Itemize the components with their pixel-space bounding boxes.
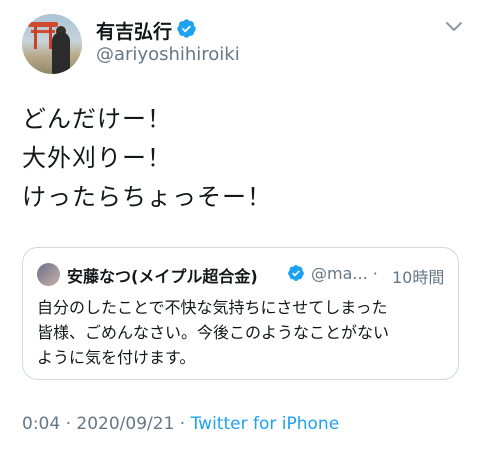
tweet-text-line: けったらちょっそー！	[22, 183, 272, 211]
tweet-date[interactable]: 2020/09/21	[76, 414, 174, 434]
chevron-down-icon[interactable]	[444, 20, 464, 34]
meta-separator: ·	[60, 414, 77, 434]
quoted-tweet-text: 自分のしたことで不快な気持ちにさせてしまった 皆様、ごめんなさい。今後このような…	[37, 295, 447, 370]
quoted-separator: ·	[372, 264, 378, 283]
quoted-author-display-name: 安藤なつ(メイプル超合金)	[67, 267, 258, 286]
quoted-handle-text: @ma...	[311, 264, 368, 283]
quoted-author-handle: @ma... ·	[311, 264, 378, 283]
verified-badge-icon	[288, 265, 304, 281]
tweet-time[interactable]: 0:04	[22, 414, 60, 434]
tweet-text-line: 大外刈りー！	[22, 144, 172, 172]
tweet-header: 有吉弘行 @ariyoshihiroiki	[0, 0, 480, 90]
tweet-text: どんだけー！ 大外刈りー！ けったらちょっそー！	[22, 100, 272, 217]
author-display-name[interactable]: 有吉弘行	[96, 17, 172, 44]
quoted-timestamp[interactable]: 10時間	[392, 264, 444, 288]
quoted-author-avatar	[37, 263, 60, 286]
quoted-tweet-card[interactable]: 安藤なつ(メイプル超合金) @ma... · 10時間 自分のしたことで不快な気…	[22, 247, 459, 380]
quoted-text-line: ように気を付けます。	[37, 348, 196, 367]
author-avatar[interactable]	[22, 14, 82, 74]
author-handle[interactable]: @ariyoshihiroiki	[96, 44, 240, 65]
tweet-text-line: どんだけー！	[22, 105, 172, 133]
quoted-text-line: 自分のしたことで不快な気持ちにさせてしまった	[37, 298, 388, 317]
tweet-meta: 0:04 · 2020/09/21 · Twitter for iPhone	[22, 414, 339, 434]
tweet-source-link[interactable]: Twitter for iPhone	[191, 414, 340, 434]
verified-badge-icon	[177, 19, 196, 38]
quoted-text-line: 皆様、ごめんなさい。今後このようなことがない	[37, 323, 390, 342]
meta-separator: ·	[174, 414, 191, 434]
